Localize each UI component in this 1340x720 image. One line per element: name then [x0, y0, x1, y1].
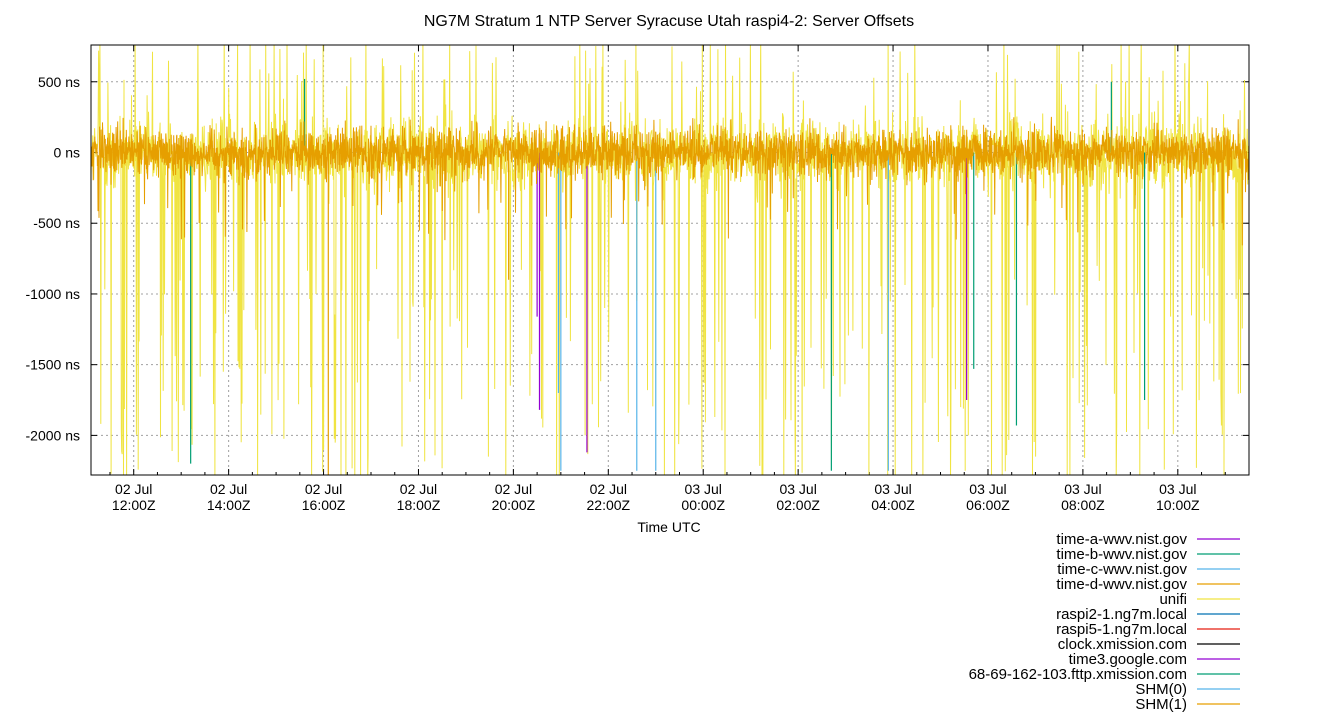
x-tick-time: 08:00Z	[1061, 497, 1105, 513]
x-tick-date: 02 Jul	[590, 481, 627, 497]
x-tick-date: 03 Jul	[874, 481, 911, 497]
x-tick-time: 00:00Z	[681, 497, 725, 513]
x-tick-date: 02 Jul	[495, 481, 532, 497]
y-tick-label: 500 ns	[38, 74, 80, 90]
x-tick-date: 03 Jul	[969, 481, 1006, 497]
x-tick-time: 06:00Z	[966, 497, 1010, 513]
x-tick-time: 20:00Z	[492, 497, 536, 513]
y-tick-label: -1000 ns	[26, 286, 80, 302]
chart-title: NG7M Stratum 1 NTP Server Syracuse Utah …	[424, 13, 914, 30]
x-tick-date: 03 Jul	[1159, 481, 1196, 497]
x-tick-time: 12:00Z	[112, 497, 156, 513]
x-tick-date: 02 Jul	[210, 481, 247, 497]
x-tick-time: 16:00Z	[302, 497, 346, 513]
legend-label: SHM(1)	[1135, 696, 1187, 713]
y-tick-label: 0 ns	[54, 145, 80, 161]
x-tick-time: 18:00Z	[397, 497, 441, 513]
chart: NG7M Stratum 1 NTP Server Syracuse Utah …	[0, 0, 1340, 720]
y-tick-label: -500 ns	[33, 215, 80, 231]
x-tick-time: 22:00Z	[587, 497, 631, 513]
x-tick-time: 10:00Z	[1156, 497, 1200, 513]
y-tick-label: -1500 ns	[26, 357, 80, 373]
x-tick-date: 03 Jul	[685, 481, 722, 497]
x-tick-date: 03 Jul	[1064, 481, 1101, 497]
x-tick-date: 03 Jul	[779, 481, 816, 497]
x-axis-title: Time UTC	[637, 519, 700, 535]
x-tick-date: 02 Jul	[305, 481, 342, 497]
x-tick-date: 02 Jul	[400, 481, 437, 497]
x-tick-time: 04:00Z	[871, 497, 915, 513]
x-tick-time: 02:00Z	[776, 497, 820, 513]
y-tick-label: -2000 ns	[26, 427, 80, 443]
x-tick-time: 14:00Z	[207, 497, 251, 513]
x-tick-date: 02 Jul	[115, 481, 152, 497]
